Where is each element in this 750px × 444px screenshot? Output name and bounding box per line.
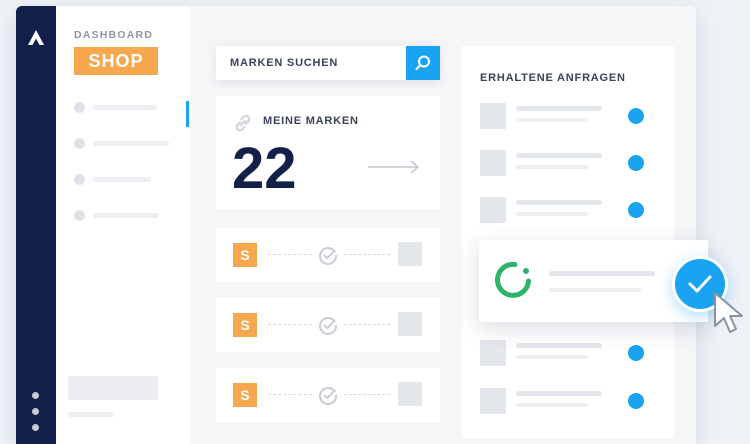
- brand-row[interactable]: S: [216, 368, 440, 422]
- app-window: DASHBOARD SHOP MARKEN SUCHEN MEINE MARKE…: [16, 6, 696, 444]
- dashed-connector: [268, 394, 312, 395]
- nav-item-bullet[interactable]: [74, 102, 85, 113]
- brand-badge: S: [233, 313, 257, 337]
- request-status-dot: [628, 108, 644, 124]
- request-line: [516, 343, 602, 348]
- rail-dot[interactable]: [32, 424, 39, 431]
- loading-spinner-icon: [495, 261, 531, 298]
- request-thumbnail: [480, 197, 506, 223]
- dashed-connector: [344, 324, 390, 325]
- request-thumbnail: [480, 103, 506, 129]
- request-line: [549, 288, 641, 292]
- row-placeholder: [398, 242, 422, 266]
- request-item[interactable]: [480, 388, 660, 414]
- request-line: [516, 118, 588, 122]
- brand-badge: S: [233, 383, 257, 407]
- request-line: [516, 212, 588, 216]
- request-status-dot: [628, 202, 644, 218]
- row-placeholder: [398, 382, 422, 406]
- request-thumbnail: [480, 340, 506, 366]
- request-line: [516, 391, 602, 396]
- app-logo-icon[interactable]: [26, 28, 46, 48]
- brand-row[interactable]: S: [216, 228, 440, 282]
- check-circle-icon: [319, 387, 338, 405]
- search-input[interactable]: MARKEN SUCHEN: [230, 57, 338, 69]
- requests-title: ERHALTENE ANFRAGEN: [480, 72, 626, 84]
- rail-dot[interactable]: [32, 392, 39, 399]
- row-placeholder: [398, 312, 422, 336]
- dashed-connector: [344, 394, 390, 395]
- nav-item-placeholder[interactable]: [93, 105, 157, 110]
- request-thumbnail: [480, 388, 506, 414]
- request-item[interactable]: [480, 197, 660, 223]
- request-line: [516, 165, 588, 169]
- my-brands-count: 22: [232, 136, 297, 201]
- request-line: [516, 355, 588, 359]
- request-line: [516, 106, 602, 111]
- my-brands-title: MEINE MARKEN: [263, 115, 359, 127]
- dashed-connector: [344, 254, 390, 255]
- check-circle-icon: [319, 247, 338, 265]
- mouse-cursor-icon: [714, 292, 743, 333]
- search-icon: [415, 55, 430, 71]
- request-thumbnail: [480, 150, 506, 176]
- checkmark-icon: [688, 275, 712, 293]
- rail-dot[interactable]: [32, 408, 39, 415]
- request-line: [516, 200, 602, 205]
- sidebar-footer-line: [68, 412, 114, 417]
- active-nav-indicator: [186, 101, 189, 127]
- nav-item-bullet[interactable]: [74, 210, 85, 221]
- request-item[interactable]: [480, 340, 660, 366]
- icon-rail: [16, 6, 56, 444]
- sidebar-section-label: DASHBOARD: [74, 29, 154, 41]
- search-button[interactable]: [406, 46, 440, 80]
- sidebar-footer-block: [68, 376, 158, 400]
- nav-item-bullet[interactable]: [74, 138, 85, 149]
- shop-badge: SHOP: [74, 47, 158, 75]
- request-line: [549, 271, 655, 276]
- check-circle-icon: [319, 317, 338, 335]
- brand-row[interactable]: S: [216, 298, 440, 352]
- sidebar: DASHBOARD SHOP: [56, 6, 190, 444]
- brand-badge: S: [233, 243, 257, 267]
- dashed-connector: [268, 324, 312, 325]
- my-brands-card[interactable]: MEINE MARKEN 22: [216, 96, 440, 209]
- link-icon: [235, 114, 251, 132]
- request-status-dot: [628, 155, 644, 171]
- nav-item-placeholder[interactable]: [93, 213, 159, 218]
- dashed-connector: [268, 254, 312, 255]
- request-status-dot: [628, 345, 644, 361]
- request-item[interactable]: [480, 103, 660, 129]
- request-item[interactable]: [480, 150, 660, 176]
- nav-item-bullet[interactable]: [74, 174, 85, 185]
- arrow-right-icon[interactable]: [366, 158, 422, 176]
- request-line: [516, 153, 602, 158]
- request-status-dot: [628, 393, 644, 409]
- nav-item-placeholder[interactable]: [93, 141, 169, 146]
- request-line: [516, 403, 588, 407]
- nav-item-placeholder[interactable]: [93, 177, 151, 182]
- brand-search[interactable]: MARKEN SUCHEN: [216, 46, 440, 80]
